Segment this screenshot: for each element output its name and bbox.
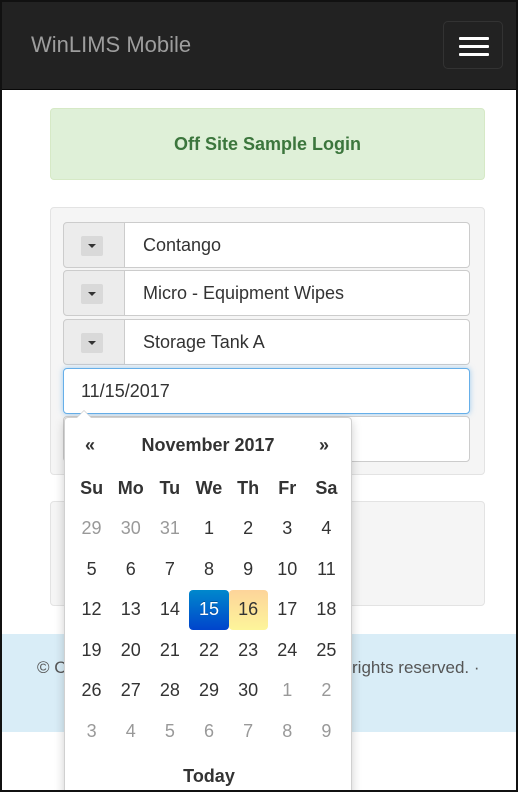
datepicker-grid: Su Mo Tu We Th Fr Sa 29 30 31 1 2 3 4 5 6 7 8 9 10 11 12 13 14 1… <box>72 468 346 752</box>
footer-copyright: © C <box>37 658 67 677</box>
client-select-value[interactable]: Contango <box>125 222 470 268</box>
location-select-value[interactable]: Storage Tank A <box>125 319 470 365</box>
sample-type-dropdown-button[interactable] <box>63 270 125 316</box>
calendar-day[interactable]: 20 <box>111 630 150 671</box>
caret-down-icon <box>81 333 103 353</box>
calendar-day[interactable]: 5 <box>150 711 189 752</box>
calendar-day[interactable]: 3 <box>268 509 307 550</box>
calendar-day[interactable]: 24 <box>268 630 307 671</box>
client-select[interactable]: Contango <box>63 222 470 268</box>
month-title[interactable]: November 2017 <box>115 430 301 460</box>
weekday-header: Mo <box>117 477 144 498</box>
location-select[interactable]: Storage Tank A <box>63 319 470 365</box>
calendar-day[interactable]: 31 <box>150 509 189 550</box>
calendar-day[interactable]: 25 <box>307 630 346 671</box>
calendar-day[interactable]: 2 <box>229 509 268 550</box>
calendar-day[interactable]: 6 <box>111 549 150 590</box>
calendar-day[interactable]: 7 <box>229 711 268 752</box>
weekday-header: Sa <box>315 477 338 498</box>
hamburger-menu-icon[interactable] <box>443 21 503 69</box>
calendar-day[interactable]: 12 <box>72 590 111 631</box>
today-button[interactable]: Today <box>65 758 353 792</box>
calendar-day[interactable]: 22 <box>189 630 228 671</box>
calendar-day[interactable]: 8 <box>268 711 307 752</box>
weekday-header: Su <box>80 477 104 498</box>
calendar-day[interactable]: 26 <box>72 671 111 712</box>
calendar-day[interactable]: 21 <box>150 630 189 671</box>
client-dropdown-button[interactable] <box>63 222 125 268</box>
calendar-day[interactable]: 29 <box>72 509 111 550</box>
calendar-day[interactable]: 11 <box>307 549 346 590</box>
sample-type-select[interactable]: Micro - Equipment Wipes <box>63 270 470 316</box>
calendar-day[interactable]: 2 <box>307 671 346 712</box>
calendar-day[interactable]: 18 <box>307 590 346 631</box>
calendar-day[interactable]: 14 <box>150 590 189 631</box>
calendar-day[interactable]: 6 <box>189 711 228 752</box>
calendar-day[interactable]: 13 <box>111 590 150 631</box>
weekday-header: Fr <box>278 477 297 498</box>
calendar-day[interactable]: 4 <box>307 509 346 550</box>
calendar-day[interactable]: 30 <box>111 509 150 550</box>
calendar-day[interactable]: 10 <box>268 549 307 590</box>
menu-bar <box>459 37 489 40</box>
calendar-day[interactable]: 1 <box>268 671 307 712</box>
footer-rights: rights reserved. · <box>352 658 480 677</box>
calendar-day[interactable]: 27 <box>111 671 150 712</box>
date-input[interactable]: 11/15/2017 <box>63 368 470 414</box>
calendar-day[interactable]: 9 <box>307 711 346 752</box>
calendar-day[interactable]: 4 <box>111 711 150 752</box>
calendar-day[interactable]: 5 <box>72 549 111 590</box>
calendar-day[interactable]: 28 <box>150 671 189 712</box>
page-title: Off Site Sample Login <box>173 133 361 154</box>
menu-bar <box>459 53 489 56</box>
calendar-day[interactable]: 1 <box>189 509 228 550</box>
calendar-day[interactable]: 19 <box>72 630 111 671</box>
calendar-day[interactable]: 3 <box>72 711 111 752</box>
calendar-day[interactable]: 9 <box>229 549 268 590</box>
page-title-alert: Off Site Sample Login <box>50 108 485 180</box>
sample-type-select-value[interactable]: Micro - Equipment Wipes <box>125 270 470 316</box>
location-dropdown-button[interactable] <box>63 319 125 365</box>
caret-down-icon <box>81 236 103 256</box>
calendar-day[interactable]: 23 <box>229 630 268 671</box>
datepicker-header: « November 2017 » <box>65 430 353 460</box>
next-month-button[interactable]: » <box>306 430 342 460</box>
calendar-day[interactable]: 15 <box>189 589 229 630</box>
calendar-day[interactable]: 29 <box>189 671 228 712</box>
prev-month-button[interactable]: « <box>72 430 108 460</box>
calendar-day[interactable]: 30 <box>229 671 268 712</box>
caret-down-icon <box>81 284 103 304</box>
calendar-day[interactable]: 17 <box>268 590 307 631</box>
calendar-day[interactable]: 8 <box>189 549 228 590</box>
datepicker-popup: « November 2017 » Su Mo Tu We Th Fr Sa 29 30 31 1 2… <box>64 410 353 792</box>
calendar-day[interactable]: 7 <box>150 549 189 590</box>
weekday-header: We <box>195 477 223 498</box>
weekday-header: Th <box>237 477 260 498</box>
datepicker-arrow-inner <box>77 411 91 418</box>
weekday-header: Tu <box>159 477 181 498</box>
navbar: WinLIMS Mobile <box>0 0 518 90</box>
calendar-day[interactable]: 16 <box>228 589 268 630</box>
menu-bar <box>459 45 489 48</box>
brand-title[interactable]: WinLIMS Mobile <box>31 32 191 58</box>
